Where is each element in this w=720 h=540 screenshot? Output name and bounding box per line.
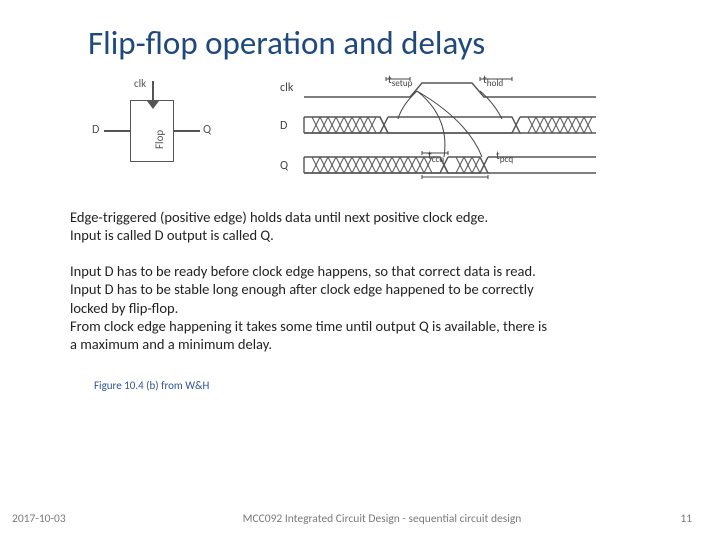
slide-title: Flip-flop operation and delays <box>88 23 690 63</box>
body-text: Edge-triggered (positive edge) holds dat… <box>70 208 666 353</box>
footer-course: MCC092 Integrated Circuit Design - seque… <box>102 512 662 526</box>
d-label: D <box>92 123 99 137</box>
clk-label: clk <box>134 77 146 90</box>
para2-line4: From clock edge happening it takes some … <box>70 317 666 335</box>
clk-wire <box>152 81 154 100</box>
para2-line1: Input D has to be ready before clock edg… <box>70 262 666 280</box>
flop-box: Flop <box>130 100 174 162</box>
timing-waveforms <box>280 75 610 190</box>
para1-line1: Edge-triggered (positive edge) holds dat… <box>70 208 666 226</box>
flop-text: Flop <box>153 130 166 149</box>
para2-line5: a maximum and a minimum delay. <box>70 335 666 353</box>
q-label: Q <box>203 123 211 137</box>
footer-date: 2017-10-03 <box>12 512 102 526</box>
q-wire <box>174 130 200 132</box>
para1-line2: Input is called D output is called Q. <box>70 226 666 244</box>
timing-diagram: clk D Q tsetup thold tccq tpcq <box>280 75 610 190</box>
diagrams-row: clk Flop D Q clk D Q tsetup thold tccq t… <box>90 75 690 190</box>
figure-reference: Figure 10.4 (b) from W&H <box>94 379 690 392</box>
para2-line3: locked by flip-flop. <box>70 299 666 317</box>
slide: Flip-flop operation and delays clk Flop … <box>0 0 720 540</box>
slide-footer: 2017-10-03 MCC092 Integrated Circuit Des… <box>0 512 720 526</box>
d-wire <box>104 130 130 132</box>
para2-line2: Input D has to be stable long enough aft… <box>70 280 666 298</box>
clock-triangle-icon <box>147 101 159 109</box>
flipflop-block-diagram: clk Flop D Q <box>90 75 220 180</box>
footer-page-number: 11 <box>662 512 692 526</box>
